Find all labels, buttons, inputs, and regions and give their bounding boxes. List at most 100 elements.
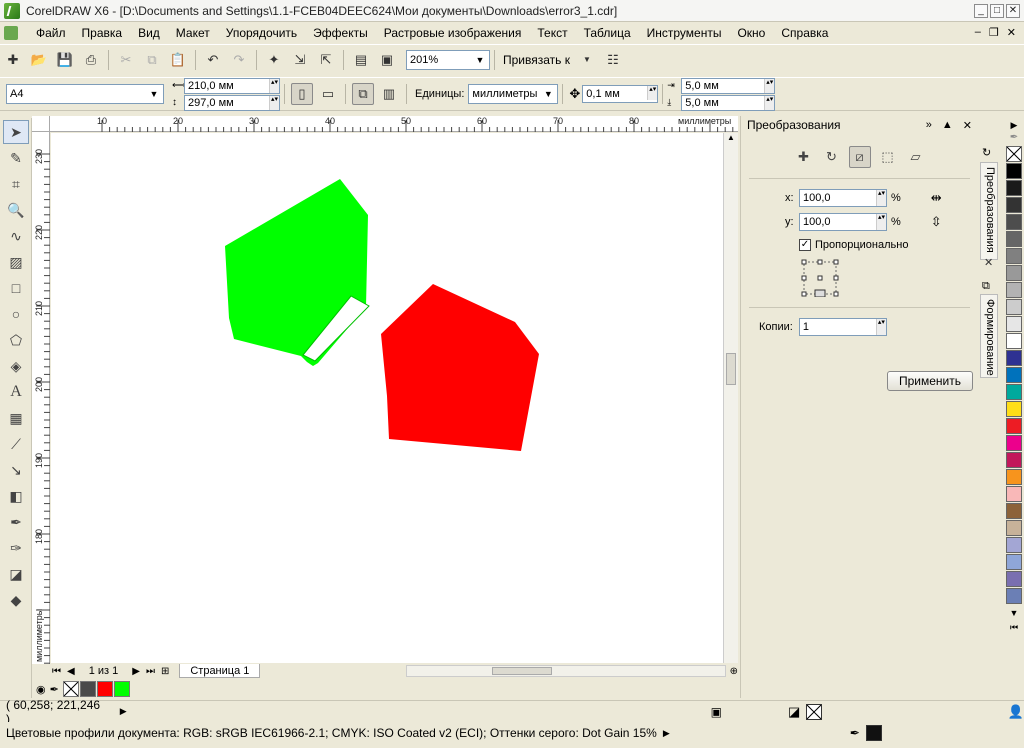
scroll-up-icon[interactable]: ▲ [724, 133, 738, 142]
undo-icon[interactable]: ↶ [202, 49, 224, 71]
size-icon[interactable]: ⬚ [877, 146, 899, 168]
snap-to-label[interactable]: Привязать к [503, 53, 570, 67]
polygon-tool-icon[interactable]: ⬠ [3, 328, 29, 352]
blend-tool-icon[interactable]: ◧ [3, 484, 29, 508]
page-width-field[interactable]: 210,0 мм ▴▾ [184, 77, 280, 94]
document-color-swatch[interactable] [113, 681, 130, 697]
new-document-icon[interactable]: ✚ [2, 49, 24, 71]
dimension-tool-icon[interactable]: ⟋ [3, 432, 29, 456]
menu-bitmaps[interactable]: Растровые изображения [376, 26, 530, 40]
open-icon[interactable]: 📂 [28, 49, 50, 71]
copy-icon[interactable]: ⧉ [141, 49, 163, 71]
menu-view[interactable]: Вид [130, 26, 168, 40]
menu-effects[interactable]: Эффекты [305, 26, 376, 40]
scale-x-field[interactable]: 100,0 ▴▾ [799, 189, 887, 207]
document-color-swatch[interactable] [79, 681, 96, 697]
first-page-icon[interactable]: ⏮ [52, 666, 61, 677]
color-swatch[interactable] [1006, 333, 1022, 349]
color-swatch[interactable] [1006, 282, 1022, 298]
color-swatch[interactable] [1006, 163, 1022, 179]
landscape-icon[interactable]: ▭ [317, 83, 339, 105]
prev-page-icon[interactable]: ◀ [67, 666, 75, 677]
print-icon[interactable]: ⎙ [80, 49, 102, 71]
connector-tool-icon[interactable]: ↘ [3, 458, 29, 482]
welcome-screen-icon[interactable]: ▣ [376, 49, 398, 71]
fill-none-indicator[interactable] [806, 703, 822, 720]
rotate-icon[interactable]: ↻ [821, 146, 843, 168]
mirror-horizontal-icon[interactable]: ⇹ [931, 190, 942, 206]
application-launcher-icon[interactable]: ▤ [350, 49, 372, 71]
no-color-swatch[interactable] [1006, 146, 1022, 162]
scale-y-field[interactable]: 100,0 ▴▾ [799, 213, 887, 231]
eyedropper-tool-icon[interactable]: ✒ [3, 510, 29, 534]
color-swatch[interactable] [1006, 248, 1022, 264]
red-pentagon[interactable] [381, 284, 539, 451]
menu-edit[interactable]: Правка [74, 26, 131, 40]
zoom-tool-icon[interactable]: 🔍 [3, 198, 29, 222]
palette-flyout-icon[interactable]: ◉ [36, 683, 46, 696]
color-swatch[interactable] [1006, 571, 1022, 587]
tab-shaping[interactable]: Формирование [980, 294, 998, 378]
duplicate-y-field[interactable]: 5,0 мм ▴▾ [681, 94, 776, 111]
menu-window[interactable]: Окно [729, 26, 773, 40]
horizontal-ruler[interactable]: 10 20 30 40 50 60 70 80 миллиметры [50, 116, 738, 132]
color-swatch[interactable] [1006, 180, 1022, 196]
close-button[interactable]: ✕ [1006, 3, 1020, 18]
current-page-icon[interactable]: ▥ [378, 83, 400, 105]
mdi-close-button[interactable]: ✕ [1007, 26, 1016, 39]
color-profiles-text[interactable]: Цветовые профили документа: RGB: sRGB IE… [6, 726, 657, 740]
color-swatch[interactable] [1006, 231, 1022, 247]
drawing-canvas[interactable] [51, 133, 723, 663]
menu-tools[interactable]: Инструменты [639, 26, 730, 40]
palette-scroll-up-icon[interactable]: ▶ [1004, 120, 1024, 132]
table-tool-icon[interactable]: ▦ [3, 406, 29, 430]
color-swatch[interactable] [1006, 197, 1022, 213]
mdi-restore-button[interactable]: ❐ [989, 26, 999, 39]
palette-scroll-down-icon[interactable]: ▼ [1004, 608, 1024, 618]
mdi-minimize-button[interactable]: – [975, 26, 981, 39]
spinner-icon[interactable]: ▴▾ [876, 190, 886, 206]
page-height-field[interactable]: 297,0 мм ▴▾ [184, 94, 280, 111]
all-pages-icon[interactable]: ⧉ [352, 83, 374, 105]
import-icon[interactable]: ⇲ [289, 49, 311, 71]
portrait-icon[interactable]: ▯ [291, 83, 313, 105]
color-swatch[interactable] [1006, 554, 1022, 570]
color-swatch[interactable] [1006, 537, 1022, 553]
menu-text[interactable]: Текст [529, 26, 575, 40]
green-pentagon[interactable] [225, 179, 368, 366]
close-tab-icon[interactable]: ✕ [984, 256, 993, 269]
basic-shapes-tool-icon[interactable]: ◈ [3, 354, 29, 378]
next-page-icon[interactable]: ▶ [132, 666, 140, 677]
document-color-swatch[interactable] [96, 681, 113, 697]
collapse-icon[interactable]: ▲ [942, 119, 953, 132]
horizontal-scrollbar[interactable] [405, 665, 726, 677]
spinner-icon[interactable]: ▴▾ [269, 95, 279, 110]
color-swatch[interactable] [1006, 435, 1022, 451]
color-swatch[interactable] [1006, 588, 1022, 604]
close-icon[interactable]: ✕ [963, 119, 972, 132]
menu-layout[interactable]: Макет [168, 26, 218, 40]
vertical-ruler[interactable]: 230 220 210 200 190 180 миллиметры [32, 132, 50, 664]
text-tool-icon[interactable]: A [3, 380, 29, 404]
spinner-icon[interactable]: ▴▾ [269, 78, 279, 93]
spinner-icon[interactable]: ▴▾ [875, 319, 886, 335]
spinner-icon[interactable]: ▴▾ [764, 95, 775, 110]
color-swatch[interactable] [1006, 401, 1022, 417]
duplicate-x-field[interactable]: 5,0 мм ▴▾ [681, 77, 776, 94]
no-fill-swatch[interactable] [62, 681, 79, 697]
eyedropper-icon[interactable]: ✒ [50, 683, 59, 696]
proportional-checkbox[interactable]: ✓ [799, 239, 811, 251]
chevron-down-icon[interactable]: ▼ [576, 49, 598, 71]
color-swatch[interactable] [1006, 299, 1022, 315]
proportional-label[interactable]: Пропорционально [815, 239, 908, 251]
object-details-icon[interactable]: ▣ [711, 705, 722, 719]
apply-button[interactable]: Применить [887, 371, 973, 391]
skew-icon[interactable]: ⏥ [905, 146, 927, 168]
paper-size-select[interactable]: A4 ▼ [6, 84, 164, 104]
smart-fill-tool-icon[interactable]: ▨ [3, 250, 29, 274]
paste-icon[interactable]: 📋 [167, 49, 189, 71]
units-select[interactable]: миллиметры ▼ [468, 84, 559, 104]
last-page-icon[interactable]: ⏭ [146, 666, 155, 677]
spinner-icon[interactable]: ▴▾ [647, 86, 658, 100]
color-swatch[interactable] [1006, 384, 1022, 400]
